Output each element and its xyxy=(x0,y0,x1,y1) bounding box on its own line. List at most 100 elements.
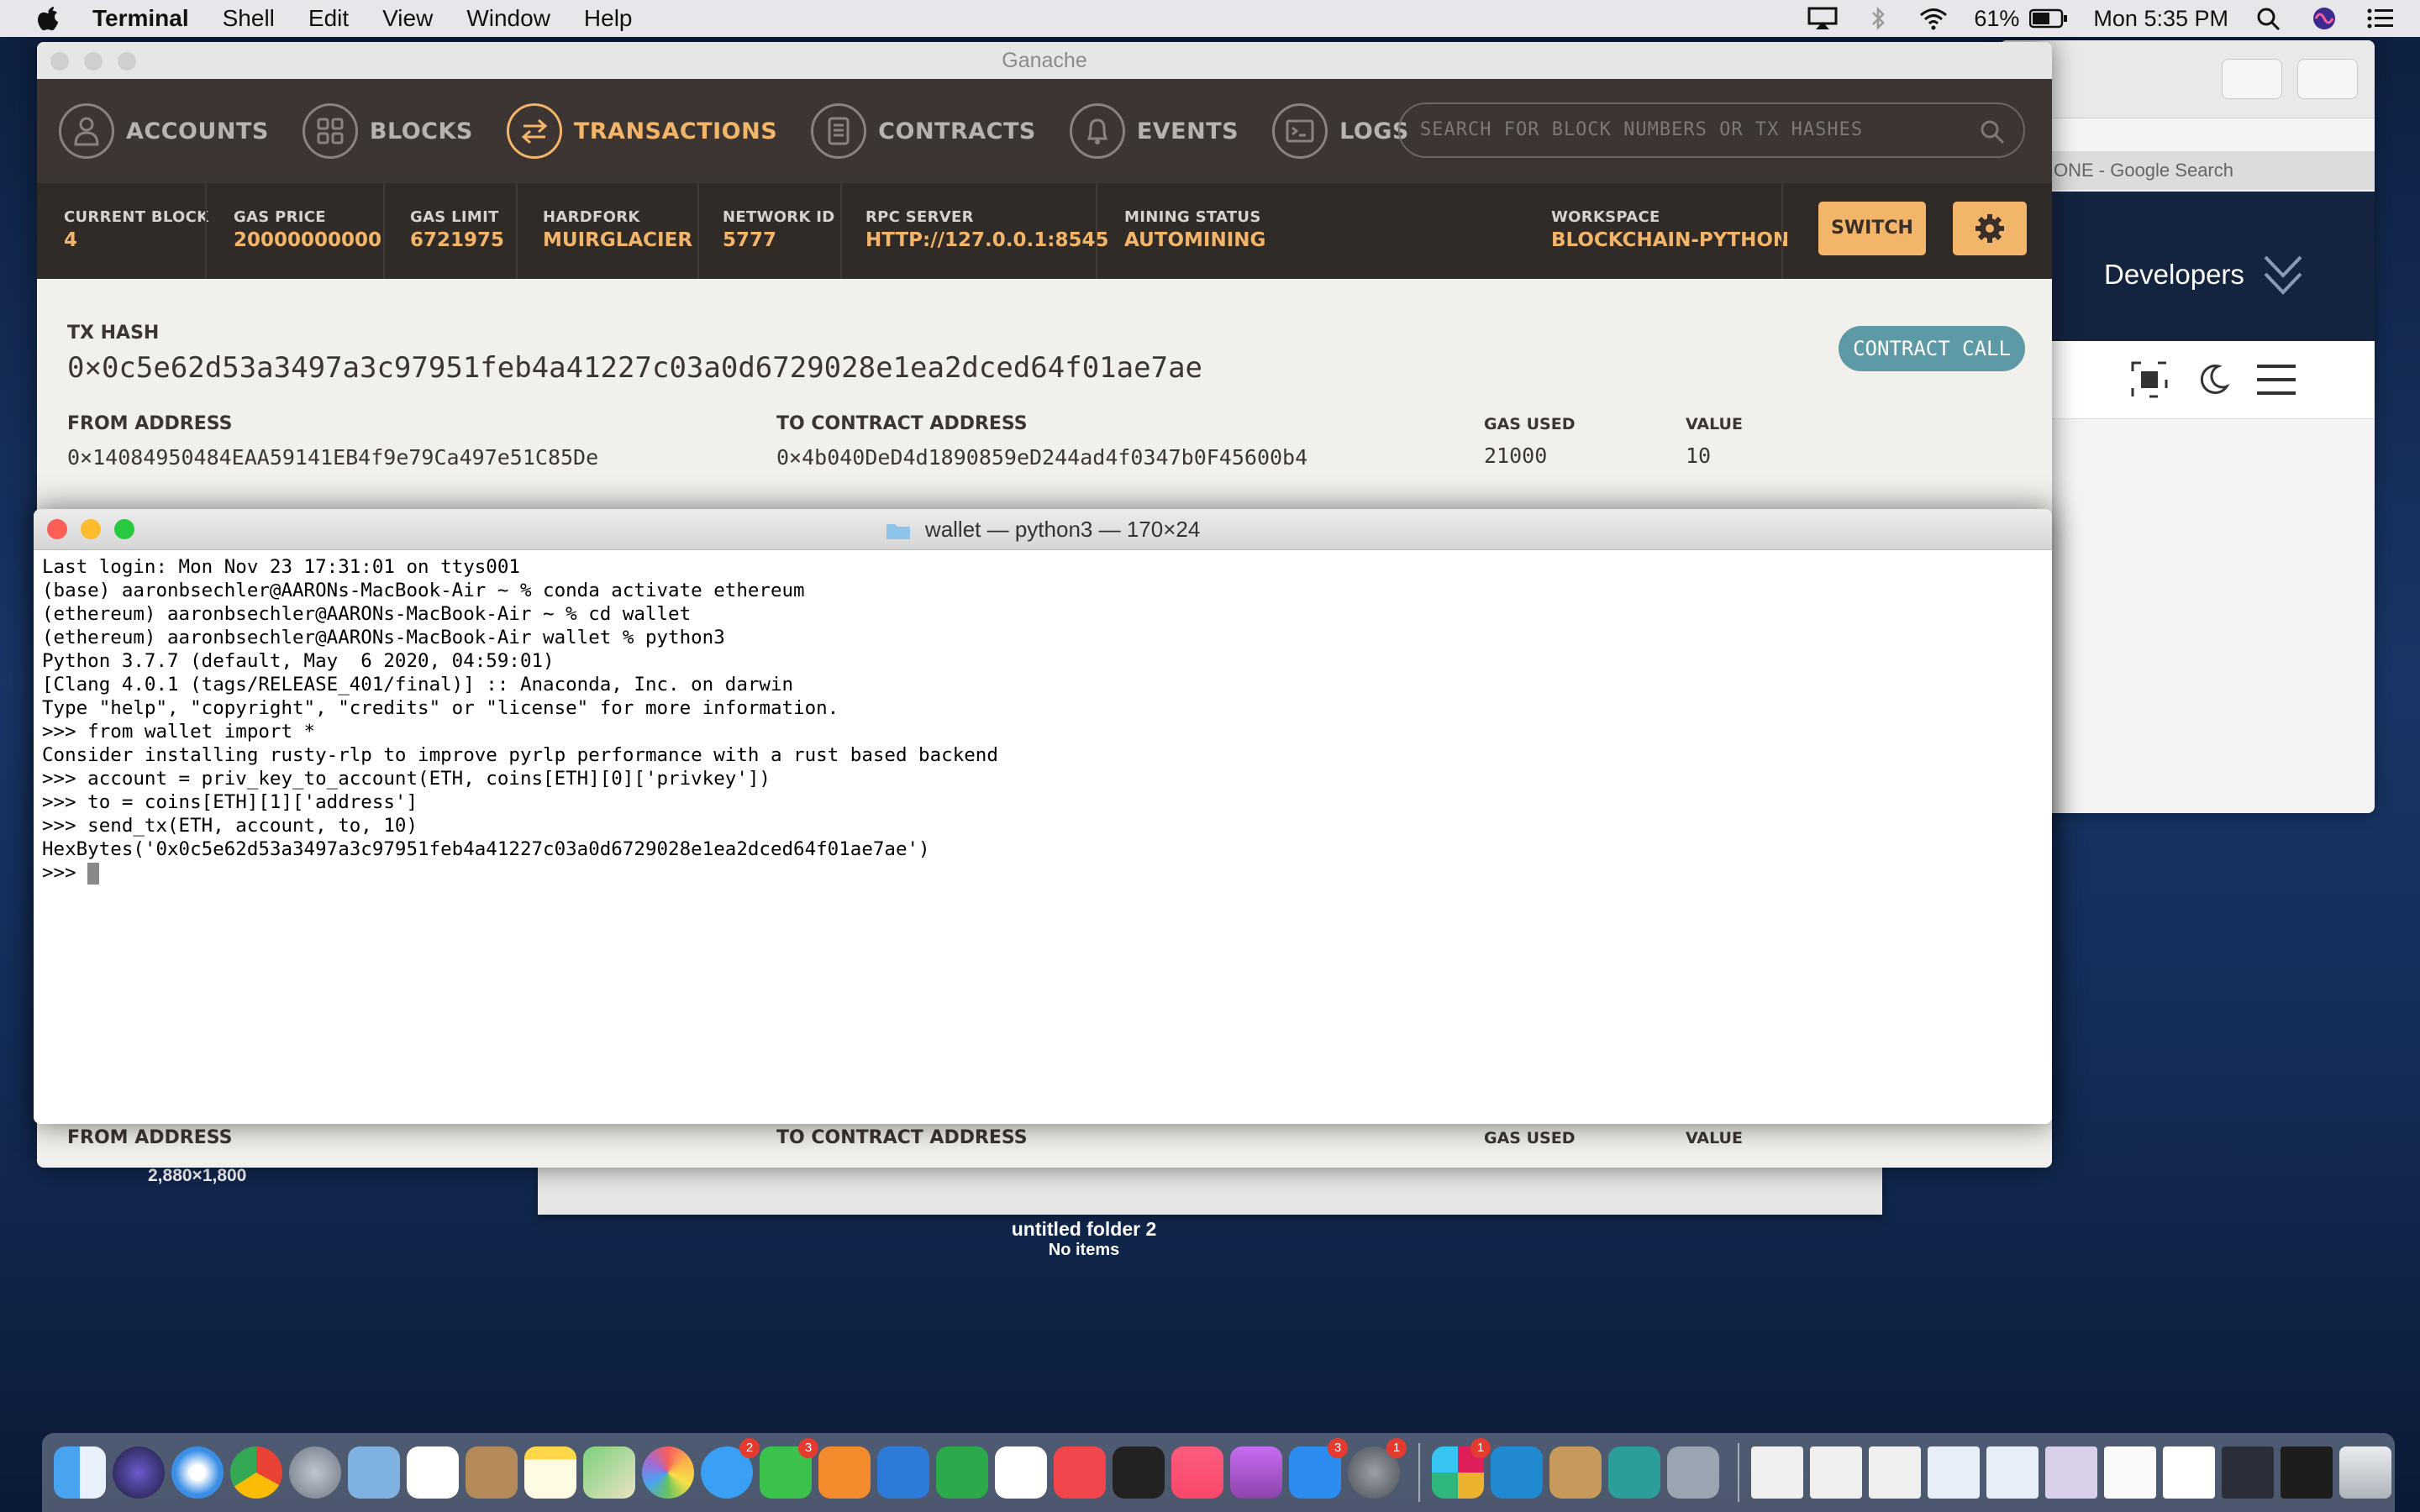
menu-shell[interactable]: Shell xyxy=(223,5,275,32)
safari-window[interactable]: ONE - Google Search Developers xyxy=(2000,40,2375,813)
chrome-icon[interactable] xyxy=(230,1446,282,1499)
close-button[interactable] xyxy=(50,52,69,71)
minimize-button[interactable] xyxy=(81,519,101,539)
menu-help[interactable]: Help xyxy=(584,5,633,32)
launchpad-icon[interactable] xyxy=(289,1446,341,1499)
stat-label: GAS LIMIT xyxy=(410,208,499,226)
notification-center-icon[interactable] xyxy=(2365,7,2395,30)
document-thumbnail[interactable] xyxy=(2281,1446,2333,1499)
stat-value: 20000000000 xyxy=(234,229,382,251)
contacts-icon[interactable] xyxy=(466,1446,518,1499)
app-store-icon[interactable]: 3 xyxy=(1289,1438,1348,1499)
calendar-icon[interactable] xyxy=(995,1446,1047,1499)
news-icon[interactable] xyxy=(1054,1446,1106,1499)
safari-app-icon[interactable] xyxy=(171,1446,224,1499)
settings-button[interactable] xyxy=(1953,202,2027,255)
divider xyxy=(697,183,699,279)
zoom-button[interactable] xyxy=(118,52,136,71)
music-icon[interactable] xyxy=(1171,1446,1223,1499)
share-button[interactable] xyxy=(2222,59,2282,99)
terminal-prompt-line[interactable]: >>> xyxy=(42,861,2052,885)
document-thumbnail[interactable] xyxy=(1986,1446,2039,1499)
minimize-button[interactable] xyxy=(84,52,103,71)
bluetooth-icon[interactable] xyxy=(1863,7,1893,30)
reminders-icon[interactable] xyxy=(407,1446,459,1499)
nav-accounts[interactable]: ACCOUNTS xyxy=(59,103,269,159)
battery-icon[interactable] xyxy=(2029,8,2068,29)
document-thumbnail[interactable] xyxy=(2222,1446,2274,1499)
dock: 2 3 3 1 1 xyxy=(42,1433,2395,1512)
stat-network-id: NETWORK ID 5777 xyxy=(723,208,835,251)
divider xyxy=(205,183,207,279)
slack-icon[interactable]: 1 xyxy=(1432,1438,1491,1499)
clock[interactable]: Mon 5:35 PM xyxy=(2093,6,2228,32)
numbers-icon[interactable] xyxy=(936,1446,988,1499)
vscode-icon[interactable] xyxy=(1491,1446,1543,1499)
stat-rpc-server: RPC SERVER HTTP://127.0.0.1:8545 xyxy=(865,208,1108,251)
search-icon[interactable] xyxy=(1980,119,2005,144)
spotlight-search-icon[interactable] xyxy=(2254,7,2284,30)
terminal-line: Last login: Mon Nov 23 17:31:01 on ttys0… xyxy=(42,556,520,578)
terminal-app-icon[interactable] xyxy=(1113,1446,1165,1499)
moon-icon[interactable] xyxy=(2196,363,2230,396)
finder-icon[interactable] xyxy=(54,1446,106,1499)
nav-logs[interactable]: LOGS xyxy=(1272,103,1409,159)
siri-icon[interactable] xyxy=(2309,7,2339,30)
document-thumbnail[interactable] xyxy=(2045,1446,2097,1499)
search-input[interactable]: SEARCH FOR BLOCK NUMBERS OR TX HASHES xyxy=(1398,102,2025,158)
menu-app-name[interactable]: Terminal xyxy=(92,5,189,32)
menu-edit[interactable]: Edit xyxy=(308,5,349,32)
terminal-window[interactable]: wallet — python3 — 170×24 Last login: Mo… xyxy=(34,509,2052,1124)
document-thumbnail[interactable] xyxy=(2104,1446,2156,1499)
menu-window[interactable]: Window xyxy=(466,5,550,32)
nav-events-label: EVENTS xyxy=(1136,118,1239,144)
podcasts-icon[interactable] xyxy=(1230,1446,1282,1499)
document-thumbnail[interactable] xyxy=(1810,1446,1862,1499)
ganache-app-icon[interactable] xyxy=(1608,1446,1660,1499)
wifi-icon[interactable] xyxy=(1918,7,1949,30)
menu-view[interactable]: View xyxy=(382,5,433,32)
messages-icon[interactable]: 2 xyxy=(701,1438,760,1499)
close-button[interactable] xyxy=(47,519,67,539)
switch-workspace-button[interactable]: SWITCH xyxy=(1818,202,1926,255)
pages-icon[interactable] xyxy=(818,1446,871,1499)
keynote-icon[interactable] xyxy=(877,1446,929,1499)
document-thumbnail[interactable] xyxy=(1869,1446,1921,1499)
contract-call-badge: CONTRACT CALL xyxy=(1839,326,2025,371)
apple-logo-icon[interactable] xyxy=(34,4,62,33)
terminal-output[interactable]: Last login: Mon Nov 23 17:31:01 on ttys0… xyxy=(34,550,2052,885)
system-preferences-icon[interactable]: 1 xyxy=(1348,1438,1407,1499)
terminal-line: Consider installing rusty-rlp to improve… xyxy=(42,744,998,766)
claw-machine-icon[interactable] xyxy=(1667,1446,1719,1499)
qr-code-icon[interactable] xyxy=(2131,361,2168,398)
stat-label: RPC SERVER xyxy=(865,208,974,226)
package-icon[interactable] xyxy=(1549,1446,1602,1499)
tabs-overview-button[interactable] xyxy=(2297,59,2358,99)
document-thumbnail[interactable] xyxy=(1751,1446,1803,1499)
safari-tab[interactable]: ONE - Google Search xyxy=(2000,151,2375,190)
trash-icon[interactable] xyxy=(2339,1446,2391,1499)
maps-icon[interactable] xyxy=(583,1446,635,1499)
nav-contracts[interactable]: CONTRACTS xyxy=(811,103,1036,159)
zoom-button[interactable] xyxy=(114,519,134,539)
stat-label: HARDFORK xyxy=(543,208,640,226)
chevron-down-icon[interactable] xyxy=(2262,250,2304,301)
photos-icon[interactable] xyxy=(642,1446,694,1499)
value-value: 10 xyxy=(1686,444,1712,468)
document-thumbnail[interactable] xyxy=(2163,1446,2215,1499)
from-address-label: FROM ADDRESS xyxy=(67,413,233,434)
desktop-folder[interactable]: untitled folder 2 No items xyxy=(966,1218,1202,1277)
notes-icon[interactable] xyxy=(524,1446,576,1499)
facetime-icon[interactable]: 3 xyxy=(760,1438,818,1499)
document-thumbnail[interactable] xyxy=(1928,1446,1980,1499)
nav-transactions[interactable]: TRANSACTIONS xyxy=(506,103,777,159)
stat-mining-status: MINING STATUS AUTOMINING xyxy=(1124,208,1265,251)
nav-events[interactable]: EVENTS xyxy=(1069,103,1239,159)
siri-app-icon[interactable] xyxy=(113,1446,165,1499)
swap-arrows-icon xyxy=(506,103,562,159)
grid-icon xyxy=(302,103,358,159)
airplay-icon[interactable] xyxy=(1807,7,1838,30)
mail-app-icon[interactable] xyxy=(348,1446,400,1499)
hamburger-menu-icon[interactable] xyxy=(2257,363,2296,396)
nav-blocks[interactable]: BLOCKS xyxy=(302,103,473,159)
